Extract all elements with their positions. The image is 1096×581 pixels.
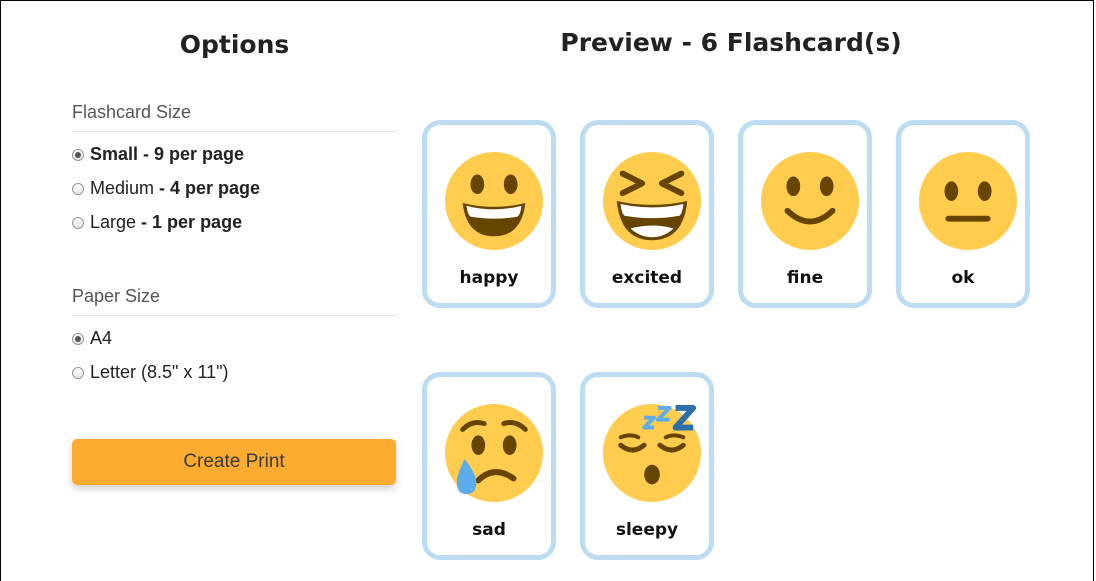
radio-letter-button[interactable] xyxy=(72,366,84,379)
radio-medium-detail: - 4 per page xyxy=(154,178,261,198)
flashcard-sad: sad xyxy=(422,372,556,560)
flashcard-fine: fine xyxy=(738,120,872,308)
radio-a4-label: A4 xyxy=(90,328,113,348)
card-label: happy xyxy=(459,268,519,288)
radio-medium[interactable]: Medium - 4 per page xyxy=(72,178,260,199)
paper-size-heading: Paper Size xyxy=(72,286,397,316)
flashcard-size-heading: Flashcard Size xyxy=(72,102,397,132)
flashcard-happy: happy xyxy=(422,120,556,308)
flashcard-excited: excited xyxy=(580,120,714,308)
flashcard-sleepy: sleepy xyxy=(580,372,714,560)
radio-medium-button[interactable] xyxy=(72,182,84,195)
radio-small[interactable]: Small - 9 per page xyxy=(72,144,244,165)
create-print-button[interactable]: Create Print xyxy=(72,439,396,485)
radio-large[interactable]: Large - 1 per page xyxy=(72,212,242,233)
sleeping-face-icon xyxy=(603,404,701,502)
radio-small-name: Small xyxy=(90,144,139,164)
radio-a4[interactable]: A4 xyxy=(72,328,112,349)
radio-large-button[interactable] xyxy=(72,216,84,229)
radio-small-button[interactable] xyxy=(72,148,84,161)
neutral-face-icon xyxy=(919,152,1017,250)
radio-large-name: Large xyxy=(90,212,137,232)
grinning-face-icon xyxy=(445,152,543,250)
flashcard-ok: ok xyxy=(896,120,1030,308)
radio-large-detail: - 1 per page xyxy=(136,212,243,232)
radio-medium-name: Medium xyxy=(90,178,155,198)
card-label: ok xyxy=(951,268,975,288)
radio-letter[interactable]: Letter (8.5" x 11") xyxy=(72,362,229,383)
card-label: excited xyxy=(611,268,683,288)
radio-a4-button[interactable] xyxy=(72,332,84,345)
card-label: sleepy xyxy=(615,520,679,540)
preview-title: Preview - 6 Flashcard(s) xyxy=(560,28,902,57)
app-frame: Options Flashcard Size Small - 9 per pag… xyxy=(0,0,1094,581)
slightly-smiling-face-icon xyxy=(761,152,859,250)
options-title: Options xyxy=(179,30,290,59)
crying-face-icon xyxy=(445,404,543,502)
grinning-squinting-face-icon xyxy=(603,152,701,250)
card-label: sad xyxy=(472,520,506,540)
radio-small-detail: - 9 per page xyxy=(138,144,245,164)
radio-letter-label: Letter (8.5" x 11") xyxy=(90,362,229,382)
card-label: fine xyxy=(786,268,824,288)
